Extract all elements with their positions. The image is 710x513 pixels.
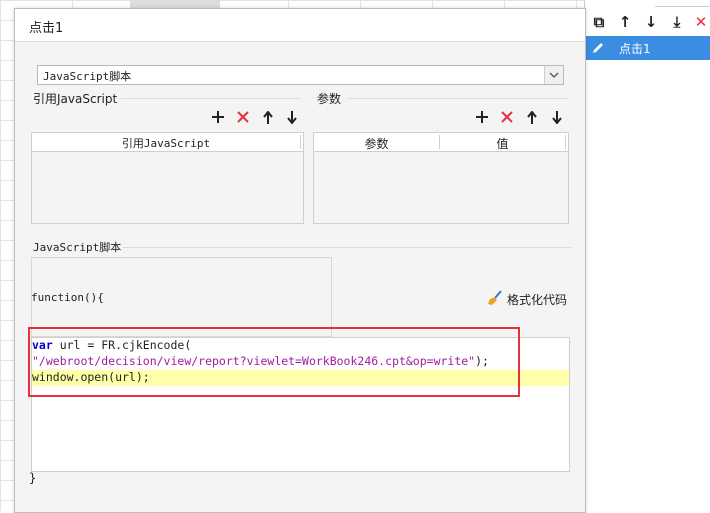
column-header: 引用JavaScript (121, 137, 211, 150)
delete-icon[interactable]: ✕ (691, 10, 710, 34)
panel-divider (655, 0, 710, 7)
column-separator (565, 135, 566, 149)
function-closing-brace: } (29, 471, 37, 485)
format-code-button[interactable]: 格式化代码 (487, 290, 567, 309)
arrow-up-icon[interactable] (259, 108, 277, 126)
table-header: 引用JavaScript (32, 133, 303, 152)
broom-icon (487, 290, 503, 309)
delete-icon[interactable] (234, 108, 252, 126)
event-item-label: 点击1 (619, 41, 651, 56)
arrow-up-icon[interactable] (523, 108, 541, 126)
add-icon[interactable] (209, 108, 227, 126)
column-header-value: 值 (496, 137, 509, 151)
event-list-item[interactable]: 点击1 (585, 36, 710, 60)
divider (121, 98, 301, 99)
js-reference-table[interactable]: 引用JavaScript (31, 132, 304, 224)
arrow-down-icon[interactable]: ↓ (641, 10, 661, 34)
move-bottom-icon[interactable]: ⤓ (667, 10, 687, 34)
javascript-event-dialog: 点击1 JavaScript脚本 引用JavaScript 参数 引用JavaS… (14, 8, 586, 513)
column-separator (300, 135, 301, 149)
action-type-value: JavaScript脚本 (43, 70, 132, 83)
copy-icon[interactable]: ⧉ (589, 10, 609, 34)
arrow-up-icon[interactable]: ↑ (615, 10, 635, 34)
param-group-label: 参数 (317, 92, 342, 106)
column-header-param: 参数 (364, 137, 389, 151)
divider (347, 98, 569, 99)
event-toolbar: ⧉ ↑ ↓ ⤓ ✕ (585, 10, 710, 34)
arrow-down-icon[interactable] (283, 108, 301, 126)
dialog-title: 点击1 (29, 21, 64, 36)
function-header: function(){ (31, 291, 104, 304)
edit-pencil-icon (585, 41, 611, 55)
chevron-down-icon[interactable] (544, 66, 563, 84)
table-header: 参数 值 (314, 133, 568, 152)
action-type-select[interactable]: JavaScript脚本 (37, 65, 564, 85)
script-section-label: JavaScript脚本 (33, 241, 122, 254)
dialog-header: 点击1 (15, 9, 585, 42)
event-panel: ⧉ ↑ ↓ ⤓ ✕ 点击1 (584, 0, 710, 511)
divider (123, 247, 571, 248)
delete-icon[interactable] (498, 108, 516, 126)
parameter-table[interactable]: 参数 值 (313, 132, 569, 224)
add-icon[interactable] (473, 108, 491, 126)
format-code-label: 格式化代码 (507, 293, 568, 307)
arrow-down-icon[interactable] (548, 108, 566, 126)
js-group-label: 引用JavaScript (33, 92, 118, 106)
highlight-annotation-box (28, 327, 520, 397)
